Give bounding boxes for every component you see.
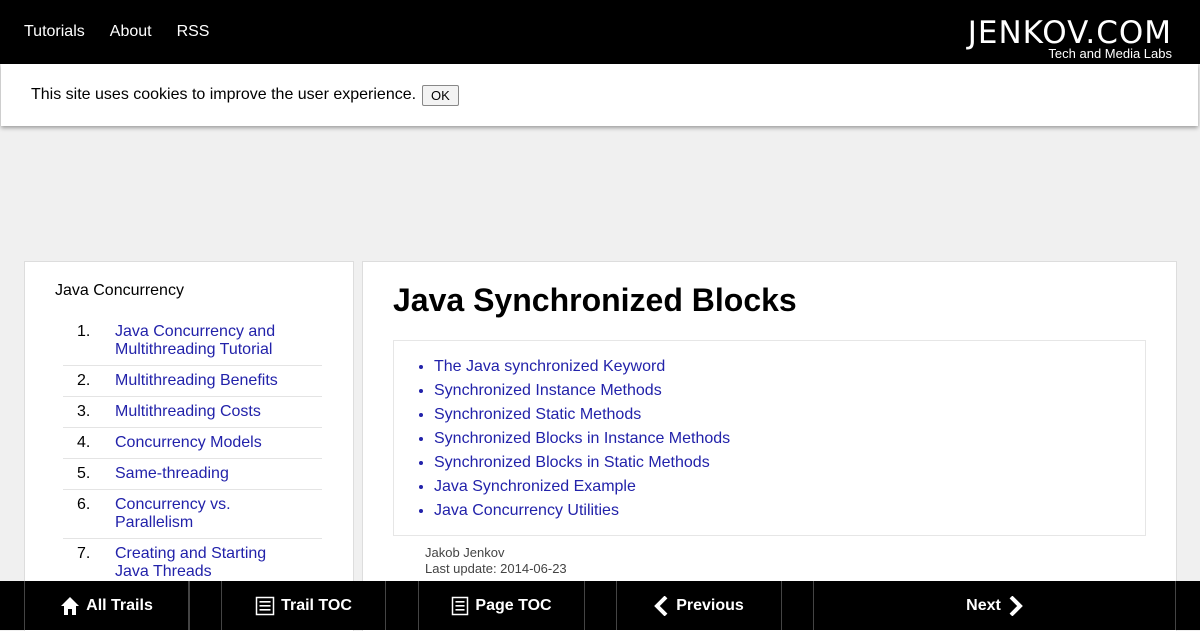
item-number: 1. bbox=[77, 323, 91, 340]
nav-rss-link[interactable]: RSS bbox=[177, 23, 210, 41]
chevron-left-icon bbox=[654, 595, 668, 616]
trail-toc-button[interactable]: Trail TOC bbox=[221, 581, 386, 630]
toc-link[interactable]: Java Concurrency Utilities bbox=[434, 502, 619, 519]
toc-link[interactable]: Synchronized Blocks in Static Methods bbox=[434, 454, 710, 471]
toc-item: Java Concurrency Utilities bbox=[434, 499, 730, 523]
bottombar-spacer bbox=[781, 581, 814, 630]
cookie-message: This site uses cookies to improve the us… bbox=[31, 86, 417, 103]
top-nav: Tutorials About RSS bbox=[24, 0, 234, 64]
site-logo[interactable]: JENKOV.COM Tech and Media Labs bbox=[876, 18, 1172, 62]
sidebar-item: 3. Multithreading Costs bbox=[63, 397, 322, 428]
logo-text: JENKOV.COM bbox=[967, 15, 1172, 51]
toc-link[interactable]: The Java synchronized Keyword bbox=[434, 358, 665, 375]
page-toc: The Java synchronized Keyword Synchroniz… bbox=[393, 340, 1146, 536]
sidebar-link[interactable]: Java Concurrency and Multithreading Tuto… bbox=[115, 323, 295, 359]
trail-toc-label: Trail TOC bbox=[281, 596, 352, 614]
toc-link[interactable]: Synchronized Static Methods bbox=[434, 406, 641, 423]
sidebar-link[interactable]: Concurrency vs. Parallelism bbox=[115, 496, 295, 532]
toc-item: Synchronized Static Methods bbox=[434, 403, 730, 427]
all-trails-label: All Trails bbox=[86, 596, 153, 614]
toc-divider bbox=[394, 535, 1145, 536]
bottombar-spacer bbox=[189, 581, 222, 630]
previous-button[interactable]: Previous bbox=[616, 581, 782, 630]
item-number: 5. bbox=[77, 465, 91, 482]
sidebar-link[interactable]: Multithreading Benefits bbox=[115, 372, 295, 390]
bottombar-spacer bbox=[584, 581, 617, 630]
item-number: 7. bbox=[77, 545, 91, 562]
item-number: 4. bbox=[77, 434, 91, 451]
item-number: 3. bbox=[77, 403, 91, 420]
sidebar-item: 4. Concurrency Models bbox=[63, 428, 322, 459]
next-label: Next bbox=[966, 596, 1001, 614]
toc-item: Synchronized Blocks in Static Methods bbox=[434, 451, 730, 475]
bottombar-spacer bbox=[385, 581, 419, 630]
previous-label: Previous bbox=[676, 596, 744, 614]
item-number: 2. bbox=[77, 372, 91, 389]
toc-link[interactable]: Synchronized Instance Methods bbox=[434, 382, 662, 399]
page-toc-button[interactable]: Page TOC bbox=[418, 581, 585, 630]
toc-link[interactable]: Java Synchronized Example bbox=[434, 478, 636, 495]
sidebar-link[interactable]: Multithreading Costs bbox=[115, 403, 295, 421]
nav-tutorials-link[interactable]: Tutorials bbox=[24, 23, 85, 41]
toc-item: Synchronized Blocks in Instance Methods bbox=[434, 427, 730, 451]
last-update: Last update: 2014-06-23 bbox=[425, 561, 567, 576]
nav-about-link[interactable]: About bbox=[110, 23, 152, 41]
logo-subtitle: Tech and Media Labs bbox=[1048, 46, 1172, 61]
item-number: 6. bbox=[77, 496, 91, 513]
toc-link[interactable]: Synchronized Blocks in Instance Methods bbox=[434, 430, 730, 447]
bottom-navigation-bar: All Trails Trail TOC Page TOC Previous N… bbox=[0, 581, 1200, 630]
sidebar-item: 6. Concurrency vs. Parallelism bbox=[63, 490, 322, 539]
page-icon bbox=[452, 596, 469, 615]
article: Java Synchronized Blocks The Java synchr… bbox=[362, 261, 1177, 631]
sidebar-list: 1. Java Concurrency and Multithreading Tu… bbox=[63, 320, 322, 588]
sidebar-item: 1. Java Concurrency and Multithreading Tu… bbox=[63, 320, 322, 366]
sidebar-link[interactable]: Same-threading bbox=[115, 465, 295, 483]
sidebar-item: 2. Multithreading Benefits bbox=[63, 366, 322, 397]
author-name: Jakob Jenkov bbox=[425, 545, 505, 560]
article-meta: Jakob Jenkov Last update: 2014-06-23 bbox=[425, 545, 567, 577]
toc-list: The Java synchronized Keyword Synchroniz… bbox=[434, 355, 730, 523]
page-toc-label: Page TOC bbox=[475, 596, 552, 614]
sidebar-title: Java Concurrency bbox=[55, 282, 184, 299]
trail-sidebar: Java Concurrency 1. Java Concurrency and … bbox=[24, 261, 354, 631]
next-button[interactable]: Next bbox=[813, 581, 1176, 630]
cookie-ok-button[interactable]: OK bbox=[422, 85, 459, 106]
page-title: Java Synchronized Blocks bbox=[393, 282, 797, 318]
toc-item: Synchronized Instance Methods bbox=[434, 379, 730, 403]
sidebar-link[interactable]: Creating and Starting Java Threads bbox=[115, 545, 295, 581]
list-icon bbox=[255, 596, 275, 615]
cookie-banner: This site uses cookies to improve the us… bbox=[1, 64, 1198, 126]
chevron-right-icon bbox=[1009, 595, 1023, 616]
home-icon bbox=[61, 596, 80, 615]
toc-item: Java Synchronized Example bbox=[434, 475, 730, 499]
all-trails-button[interactable]: All Trails bbox=[24, 581, 189, 630]
sidebar-link[interactable]: Concurrency Models bbox=[115, 434, 295, 452]
top-navigation-bar: Tutorials About RSS JENKOV.COM Tech and … bbox=[0, 0, 1200, 64]
toc-item: The Java synchronized Keyword bbox=[434, 355, 730, 379]
sidebar-item: 5. Same-threading bbox=[63, 459, 322, 490]
